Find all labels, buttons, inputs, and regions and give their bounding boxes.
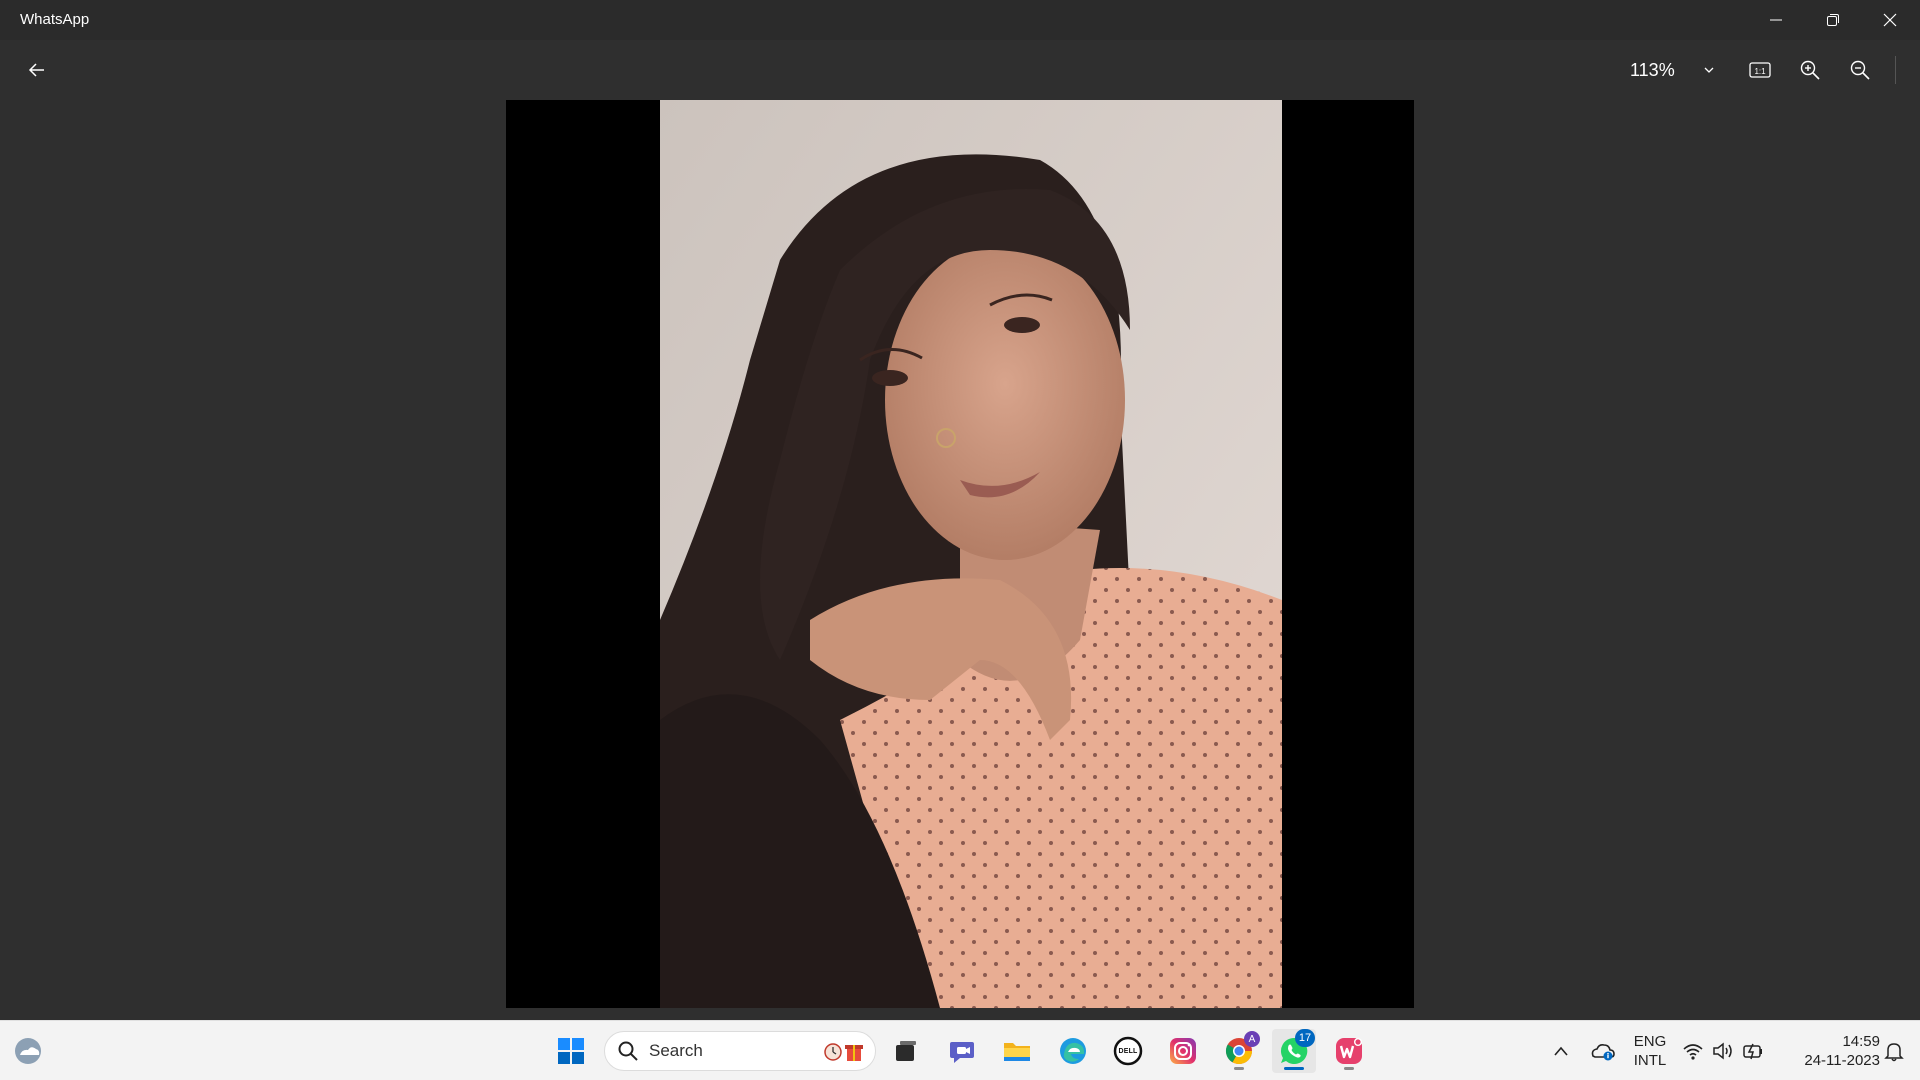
zoom-dropdown[interactable]: 113% <box>1630 50 1715 90</box>
language-code: ENG <box>1633 1033 1667 1050</box>
quick-settings-button[interactable] <box>1676 1029 1776 1073</box>
actual-size-icon: 1:1 <box>1749 62 1771 78</box>
viewer-toolbar: 113% 1:1 <box>0 40 1920 100</box>
edge-browser-icon <box>1060 1038 1086 1064</box>
chevron-down-icon <box>1704 67 1714 73</box>
weather-icon <box>15 1038 41 1064</box>
instagram-icon <box>1170 1038 1196 1064</box>
restore-button[interactable] <box>1805 0 1861 40</box>
onedrive-cloud-icon <box>1591 1044 1615 1061</box>
folder-icon <box>1004 1043 1030 1061</box>
taskbar: Search DELL A 17 ENG INTL 14:59 24-11-20… <box>0 1020 1920 1080</box>
whatsapp-active-indicator <box>1284 1067 1304 1070</box>
wps-office-icon <box>1336 1038 1362 1064</box>
notifications-button[interactable] <box>1874 1029 1914 1073</box>
volume-icon <box>1713 1042 1732 1060</box>
close-button[interactable] <box>1862 0 1918 40</box>
dell-logo-label: DELL <box>1118 1047 1138 1055</box>
taskbar-app-instagram[interactable] <box>1161 1029 1205 1073</box>
zoom-out-button[interactable] <box>1840 50 1880 90</box>
title-bar: WhatsApp <box>0 0 1920 40</box>
search-icon <box>618 1041 638 1061</box>
battery-charging-icon <box>1743 1043 1762 1060</box>
zoom-in-icon <box>1800 60 1820 80</box>
wps-running-indicator <box>1344 1067 1354 1070</box>
notification-bell-icon <box>1884 1043 1904 1062</box>
portrait-photo-illustration <box>660 100 1282 1008</box>
image-viewer[interactable] <box>0 100 1920 1020</box>
clock-time: 14:59 <box>1842 1033 1880 1050</box>
zoom-out-icon <box>1850 60 1870 80</box>
search-highlight-icon <box>824 1043 863 1061</box>
zoom-in-button[interactable] <box>1790 50 1830 90</box>
svg-text:1:1: 1:1 <box>1754 67 1766 76</box>
window-title: WhatsApp <box>20 11 90 28</box>
task-view-icon <box>896 1041 916 1061</box>
clock-date: 24-11-2023 <box>1804 1052 1880 1069</box>
chrome-profile-badge: A <box>1244 1031 1260 1047</box>
toolbar-divider <box>1895 56 1896 84</box>
clock[interactable]: 14:59 24-11-2023 <box>1780 1032 1880 1070</box>
taskbar-app-task-view[interactable] <box>884 1029 928 1073</box>
chevron-up-icon <box>1554 1046 1568 1056</box>
taskbar-app-teams-chat[interactable] <box>940 1029 984 1073</box>
chat-icon <box>950 1042 974 1063</box>
taskbar-app-chrome[interactable]: A <box>1217 1029 1261 1073</box>
close-icon <box>1883 13 1897 27</box>
restore-icon <box>1827 14 1839 26</box>
language-indicator[interactable]: ENG INTL <box>1628 1032 1672 1070</box>
show-hidden-icons-button[interactable] <box>1539 1029 1583 1073</box>
portrait-photo[interactable] <box>660 100 1282 1008</box>
weather-widget-button[interactable] <box>6 1029 50 1073</box>
back-button[interactable] <box>17 50 57 90</box>
whatsapp-unread-badge: 17 <box>1295 1029 1315 1047</box>
keyboard-layout: INTL <box>1633 1052 1667 1069</box>
search-label: Search <box>649 1041 703 1060</box>
onedrive-button[interactable] <box>1580 1029 1624 1073</box>
minimize-icon <box>1770 19 1782 21</box>
chrome-running-indicator <box>1234 1067 1244 1070</box>
minimize-button[interactable] <box>1748 0 1804 40</box>
wifi-icon <box>1683 1044 1703 1060</box>
taskbar-app-edge[interactable] <box>1051 1029 1095 1073</box>
taskbar-app-whatsapp[interactable]: 17 <box>1272 1029 1316 1073</box>
zoom-level: 113% <box>1630 59 1675 80</box>
start-button[interactable] <box>549 1029 593 1073</box>
back-arrow-icon <box>28 63 44 77</box>
actual-size-button[interactable]: 1:1 <box>1740 50 1780 90</box>
taskbar-app-file-explorer[interactable] <box>995 1029 1039 1073</box>
image-frame <box>506 100 1414 1008</box>
taskbar-search-box[interactable]: Search <box>604 1031 876 1071</box>
taskbar-app-wps-office[interactable] <box>1327 1029 1371 1073</box>
windows-start-icon <box>558 1038 584 1064</box>
taskbar-app-dell[interactable]: DELL <box>1106 1029 1150 1073</box>
